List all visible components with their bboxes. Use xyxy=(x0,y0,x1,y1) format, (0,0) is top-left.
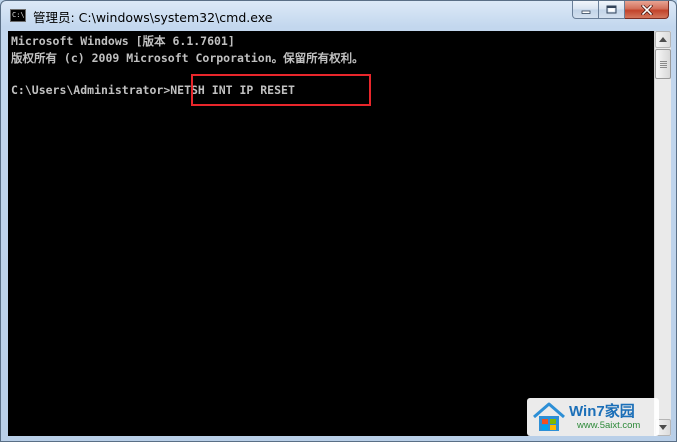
watermark-url: www.5aixt.com xyxy=(577,420,641,431)
close-button[interactable] xyxy=(625,1,669,19)
cmd-window: C:\ 管理员: C:\windows\system32\cmd.exe Mic… xyxy=(0,0,677,442)
window-title: 管理员: C:\windows\system32\cmd.exe xyxy=(33,10,273,25)
vertical-scrollbar[interactable] xyxy=(654,31,671,436)
minimize-button[interactable] xyxy=(572,1,599,19)
arrow-down-icon xyxy=(659,425,667,430)
maximize-button[interactable] xyxy=(599,1,625,19)
caption-buttons xyxy=(572,1,669,20)
grip-line xyxy=(660,67,667,68)
minimize-icon xyxy=(581,10,590,14)
grip-line xyxy=(660,63,667,64)
scroll-thumb[interactable] xyxy=(655,49,671,79)
console-line-copyright: 版权所有 (c) 2009 Microsoft Corporation。保留所有… xyxy=(11,51,364,65)
arrow-up-icon xyxy=(659,37,667,42)
grip-line xyxy=(660,61,667,62)
command-highlight-box xyxy=(191,74,371,106)
cmd-app-icon[interactable]: C:\ xyxy=(10,9,26,22)
grip-line xyxy=(660,65,667,66)
site-watermark: Win7家园 www.5aixt.com xyxy=(527,398,659,436)
watermark-brand: Win7家园 xyxy=(569,403,635,420)
close-icon xyxy=(640,4,653,15)
console-line-version: Microsoft Windows [版本 6.1.7601] xyxy=(11,34,235,48)
console-output[interactable]: Microsoft Windows [版本 6.1.7601] 版权所有 (c)… xyxy=(8,31,654,436)
maximize-icon xyxy=(606,5,617,14)
win7-house-logo-icon xyxy=(533,402,565,431)
title-bar[interactable]: C:\ 管理员: C:\windows\system32\cmd.exe xyxy=(1,1,676,31)
scroll-up-button[interactable] xyxy=(655,31,671,48)
